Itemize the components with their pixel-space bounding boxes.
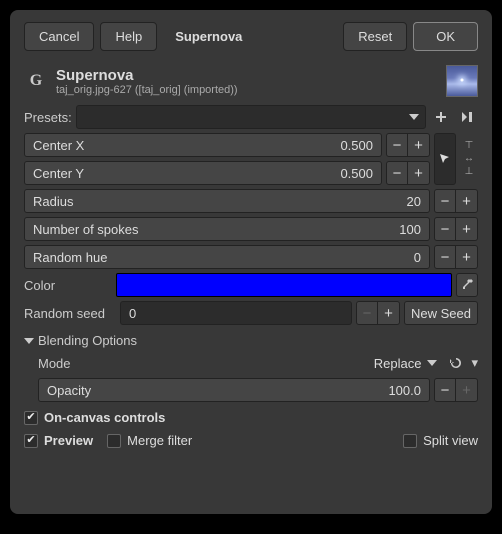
radius-minus[interactable]: − xyxy=(434,189,456,213)
center-x-field[interactable]: Center X 0.500 xyxy=(24,133,382,157)
merge-filter-checkbox[interactable] xyxy=(107,434,121,448)
preview-thumbnail[interactable] xyxy=(446,65,478,97)
spokes-minus[interactable]: − xyxy=(434,217,456,241)
on-canvas-label: On-canvas controls xyxy=(44,410,165,425)
color-picker-button[interactable] xyxy=(456,273,478,297)
random-hue-minus[interactable]: − xyxy=(434,245,456,269)
seed-plus[interactable]: + xyxy=(378,301,400,325)
presets-select[interactable] xyxy=(76,105,426,129)
random-hue-plus[interactable]: + xyxy=(456,245,478,269)
radius-plus[interactable]: + xyxy=(456,189,478,213)
mode-label: Mode xyxy=(38,356,98,371)
random-hue-field[interactable]: Random hue 0 xyxy=(24,245,430,269)
center-x-minus[interactable]: − xyxy=(386,133,408,157)
opacity-minus[interactable]: − xyxy=(434,378,456,402)
opacity-field[interactable]: Opacity 100.0 xyxy=(38,378,430,402)
unit-icon[interactable]: ↔ xyxy=(464,154,474,164)
preset-add-button[interactable] xyxy=(430,106,452,128)
merge-filter-label: Merge filter xyxy=(127,433,192,448)
preview-checkbox[interactable]: ✔ xyxy=(24,434,38,448)
color-label: Color xyxy=(24,278,112,293)
mode-reset-button[interactable] xyxy=(445,352,467,374)
spokes-plus[interactable]: + xyxy=(456,217,478,241)
center-y-field[interactable]: Center Y 0.500 xyxy=(24,161,382,185)
blending-options-header[interactable]: Blending Options xyxy=(24,333,478,348)
chain-top-icon[interactable]: ⊤ xyxy=(465,141,474,151)
radius-field[interactable]: Radius 20 xyxy=(24,189,430,213)
seed-minus[interactable]: − xyxy=(356,301,378,325)
mode-menu-icon[interactable]: ▾ xyxy=(471,355,478,371)
color-swatch[interactable] xyxy=(116,273,452,297)
preview-label: Preview xyxy=(44,433,93,448)
reset-button[interactable]: Reset xyxy=(343,22,407,51)
mode-select[interactable]: Replace xyxy=(370,354,442,373)
help-button[interactable]: Help xyxy=(100,22,157,51)
spokes-field[interactable]: Number of spokes 100 xyxy=(24,217,430,241)
cancel-button[interactable]: Cancel xyxy=(24,22,94,51)
opacity-plus[interactable]: + xyxy=(456,378,478,402)
dialog-title: Supernova xyxy=(163,29,254,44)
chain-bottom-icon[interactable]: ⊥ xyxy=(465,167,474,177)
split-view-label: Split view xyxy=(423,433,478,448)
gimp-icon: G xyxy=(24,69,48,93)
ok-button[interactable]: OK xyxy=(413,22,478,51)
new-seed-button[interactable]: New Seed xyxy=(404,301,478,325)
filter-name: Supernova xyxy=(56,67,438,84)
center-x-plus[interactable]: + xyxy=(408,133,430,157)
center-pick-button[interactable] xyxy=(434,133,456,185)
center-y-plus[interactable]: + xyxy=(408,161,430,185)
split-view-checkbox[interactable] xyxy=(403,434,417,448)
center-y-minus[interactable]: − xyxy=(386,161,408,185)
on-canvas-checkbox[interactable]: ✔ xyxy=(24,411,38,425)
preset-menu-button[interactable] xyxy=(456,106,478,128)
presets-label: Presets: xyxy=(24,110,72,125)
image-path: taj_orig.jpg-627 ([taj_orig] (imported)) xyxy=(56,84,438,96)
expander-icon xyxy=(24,338,34,344)
random-seed-field[interactable]: 0 xyxy=(120,301,352,325)
random-seed-label: Random seed xyxy=(24,306,116,321)
